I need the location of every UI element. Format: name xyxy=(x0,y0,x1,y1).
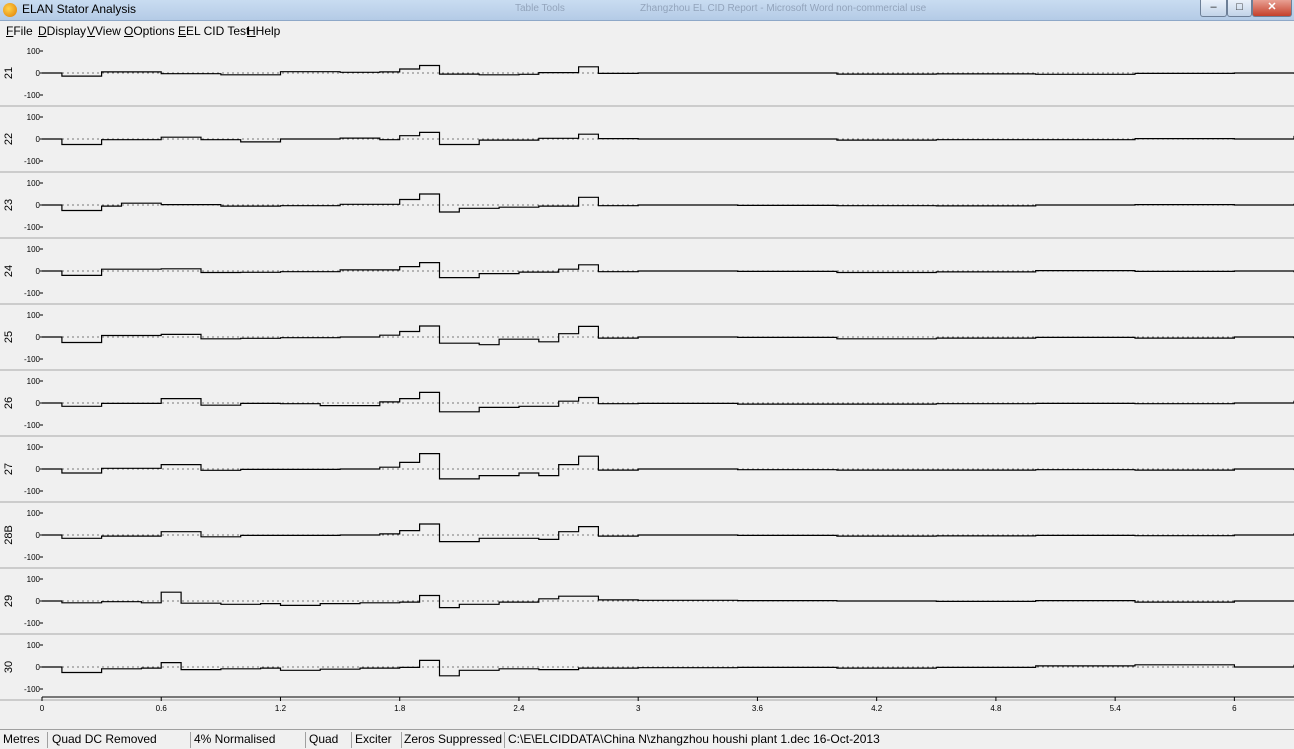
menu-bar: FFile DDisplay VView OOptions EEL CID Te… xyxy=(0,21,1294,41)
close-button[interactable]: ✕ xyxy=(1252,0,1292,17)
y-tick-label: 100 xyxy=(27,179,41,188)
status-quad: Quad xyxy=(306,732,352,748)
y-tick-label: -100 xyxy=(24,421,41,430)
y-tick-label: 0 xyxy=(36,399,41,408)
trace-21[interactable] xyxy=(42,64,1294,77)
y-tick-label: 0 xyxy=(36,135,41,144)
y-tick-label: -100 xyxy=(24,91,41,100)
trace-25[interactable] xyxy=(42,325,1294,346)
trace-24[interactable] xyxy=(42,262,1294,279)
y-tick-label: 100 xyxy=(27,245,41,254)
status-exciter: Exciter xyxy=(352,732,402,748)
y-tick-label: 100 xyxy=(27,113,41,122)
y-tick-label: 0 xyxy=(36,201,41,210)
menu-file-label: File xyxy=(13,24,33,38)
y-tick-label: 0 xyxy=(36,267,41,276)
menu-help-mnemonic: H xyxy=(247,24,256,38)
y-tick-label: 100 xyxy=(27,377,41,386)
trace-27[interactable] xyxy=(42,453,1294,480)
x-tick-label: 0 xyxy=(40,704,45,713)
status-quad-dc: Quad DC Removed xyxy=(49,732,191,748)
y-tick-label: 0 xyxy=(36,663,41,672)
trace-26[interactable] xyxy=(42,391,1294,413)
maximize-button[interactable]: □ xyxy=(1227,0,1252,17)
x-tick-label: 1.2 xyxy=(275,704,287,713)
ghost-title-word: Zhangzhou EL CID Report - Microsoft Word… xyxy=(640,3,927,14)
x-tick-label: 1.8 xyxy=(394,704,406,713)
y-tick-label: -100 xyxy=(24,355,41,364)
title-bar[interactable]: ELAN Stator Analysis Table Tools Zhangzh… xyxy=(0,0,1294,21)
series-label: 30 xyxy=(3,661,15,673)
x-tick-label: 5.4 xyxy=(1110,704,1122,713)
y-tick-label: -100 xyxy=(24,685,41,694)
y-tick-label: 100 xyxy=(27,47,41,56)
ghost-title-table-tools: Table Tools xyxy=(515,3,565,14)
x-tick-label: 0.6 xyxy=(156,704,168,713)
series-label: 24 xyxy=(3,265,15,277)
series-label: 22 xyxy=(3,133,15,145)
y-tick-label: 100 xyxy=(27,641,41,650)
series-label: 23 xyxy=(3,199,15,211)
menu-options-label: Options xyxy=(133,24,175,38)
menu-view[interactable]: VView xyxy=(87,24,121,38)
menu-view-label: View xyxy=(95,24,121,38)
window-title: ELAN Stator Analysis xyxy=(22,2,137,16)
series-label: 21 xyxy=(3,67,15,79)
y-tick-label: -100 xyxy=(24,223,41,232)
menu-display-mnemonic: D xyxy=(38,24,47,38)
y-tick-label: 100 xyxy=(27,575,41,584)
x-tick-label: 2.4 xyxy=(513,704,525,713)
status-bar: Metres Quad DC Removed 4% Normalised Qua… xyxy=(0,729,1294,749)
y-tick-label: 0 xyxy=(36,465,41,474)
minimize-button[interactable]: – xyxy=(1200,0,1227,17)
menu-help[interactable]: HHelp xyxy=(247,24,280,38)
y-tick-label: 0 xyxy=(36,531,41,540)
series-label: 26 xyxy=(3,397,15,409)
x-tick-label: 3 xyxy=(636,704,641,713)
app-icon[interactable] xyxy=(3,3,17,17)
trace-30[interactable] xyxy=(42,659,1294,677)
trace-22[interactable] xyxy=(42,131,1294,146)
status-normalised: 4% Normalised xyxy=(191,732,306,748)
menu-display[interactable]: DDisplay xyxy=(38,24,86,38)
status-file-path: C:\E\ELCIDDATA\China N\zhangzhou houshi … xyxy=(508,732,880,746)
y-tick-label: 100 xyxy=(27,311,41,320)
x-tick-label: 6 xyxy=(1232,704,1237,713)
status-zeros: Zeros Suppressed xyxy=(401,732,505,748)
menu-el-cid-test[interactable]: EEL CID Test xyxy=(178,24,249,38)
y-tick-label: -100 xyxy=(24,619,41,628)
menu-view-mnemonic: V xyxy=(87,24,96,38)
menu-help-label: Help xyxy=(255,24,281,38)
y-tick-label: -100 xyxy=(24,289,41,298)
series-label: 27 xyxy=(3,463,15,475)
menu-options[interactable]: OOptions xyxy=(124,24,175,38)
menu-file[interactable]: FFile xyxy=(6,24,33,38)
series-label: 29 xyxy=(3,595,15,607)
series-label: 28B xyxy=(3,525,15,545)
y-tick-label: -100 xyxy=(24,157,41,166)
trace-29[interactable] xyxy=(42,591,1294,609)
status-units: Metres xyxy=(0,732,48,748)
x-tick-label: 4.2 xyxy=(871,704,883,713)
y-tick-label: 100 xyxy=(27,443,41,452)
y-tick-label: -100 xyxy=(24,487,41,496)
x-tick-label: 4.8 xyxy=(990,704,1002,713)
y-tick-label: -100 xyxy=(24,553,41,562)
trace-28B[interactable] xyxy=(42,523,1294,543)
menu-options-mnemonic: O xyxy=(124,24,134,38)
y-tick-label: 0 xyxy=(36,69,41,78)
y-tick-label: 0 xyxy=(36,333,41,342)
trace-23[interactable] xyxy=(42,193,1294,213)
y-tick-label: 100 xyxy=(27,509,41,518)
x-tick-label: 3.6 xyxy=(752,704,764,713)
stator-trace-chart[interactable]: 100 0 -100 21 100 0 -100 22 100 0 -100 23 100 0 -100 24… xyxy=(0,41,1294,721)
y-tick-label: 0 xyxy=(36,597,41,606)
series-label: 25 xyxy=(3,331,15,343)
menu-el-cid-test-label: EL CID Test xyxy=(186,24,250,38)
menu-display-label: Display xyxy=(46,24,87,38)
menu-el-cid-test-mnemonic: E xyxy=(178,24,187,38)
